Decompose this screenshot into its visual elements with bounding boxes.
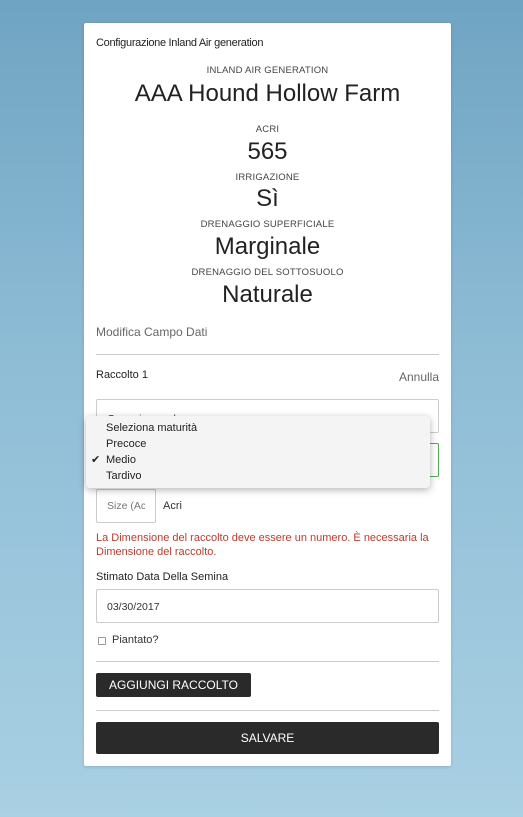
size-unit-label: Acri <box>163 500 182 512</box>
irrigation-value: Sì <box>256 185 279 212</box>
card-title: Configurazione Inland Air generation <box>96 37 264 49</box>
planted-checkbox[interactable] <box>98 637 106 645</box>
option-label: Medio <box>106 454 136 466</box>
option-label: Seleziona maturità <box>106 422 198 434</box>
crop-config-card: Configurazione Inland Air generation INL… <box>84 23 451 766</box>
checkmark-icon: ✔ <box>91 454 101 466</box>
size-input[interactable] <box>96 489 156 523</box>
subsoil-drainage-value: Naturale <box>222 281 313 308</box>
divider <box>96 354 439 355</box>
farm-label: INLAND AIR GENERATION <box>206 65 329 76</box>
maturity-option-select[interactable]: Seleziona maturità <box>86 420 430 436</box>
edit-field-data-link[interactable]: Modifica Campo Dati <box>96 325 207 339</box>
acres-value: 565 <box>247 138 288 165</box>
cancel-link[interactable]: Annulla <box>399 370 439 384</box>
maturity-option-medium[interactable]: ✔ Medio <box>86 452 430 468</box>
size-error-text: La Dimensione del raccolto deve essere u… <box>96 532 429 558</box>
option-label: Tardivo <box>106 470 142 482</box>
option-label: Precoce <box>106 438 147 450</box>
sow-date-label: Stimato Data Della Semina <box>96 571 229 583</box>
sow-date-value: 03/30/2017 <box>107 601 160 613</box>
save-button[interactable]: SALVARE <box>96 722 439 754</box>
acres-label: ACRI <box>255 124 280 135</box>
maturity-option-late[interactable]: Tardivo <box>86 468 430 484</box>
planted-label: Piantato? <box>112 634 159 646</box>
crop-title: Raccolto 1 <box>96 369 148 381</box>
surface-drainage-value: Marginale <box>214 233 321 260</box>
subsoil-drainage-label: DRENAGGIO DEL SOTTOSUOLO <box>191 267 344 278</box>
divider <box>96 710 439 711</box>
maturity-option-early[interactable]: Precoce <box>86 436 430 452</box>
maturity-dropdown-menu: Seleziona maturità Precoce ✔ Medio Tardiv… <box>86 416 430 488</box>
add-crop-button[interactable]: AGGIUNGI RACCOLTO <box>96 673 251 697</box>
divider <box>96 661 439 662</box>
sow-date-input[interactable]: 03/30/2017 <box>96 589 439 623</box>
surface-drainage-label: DRENAGGIO SUPERFICIALE <box>200 219 335 230</box>
farm-name: AAA Hound Hollow Farm <box>134 80 401 107</box>
irrigation-label: IRRIGAZIONE <box>235 172 300 183</box>
